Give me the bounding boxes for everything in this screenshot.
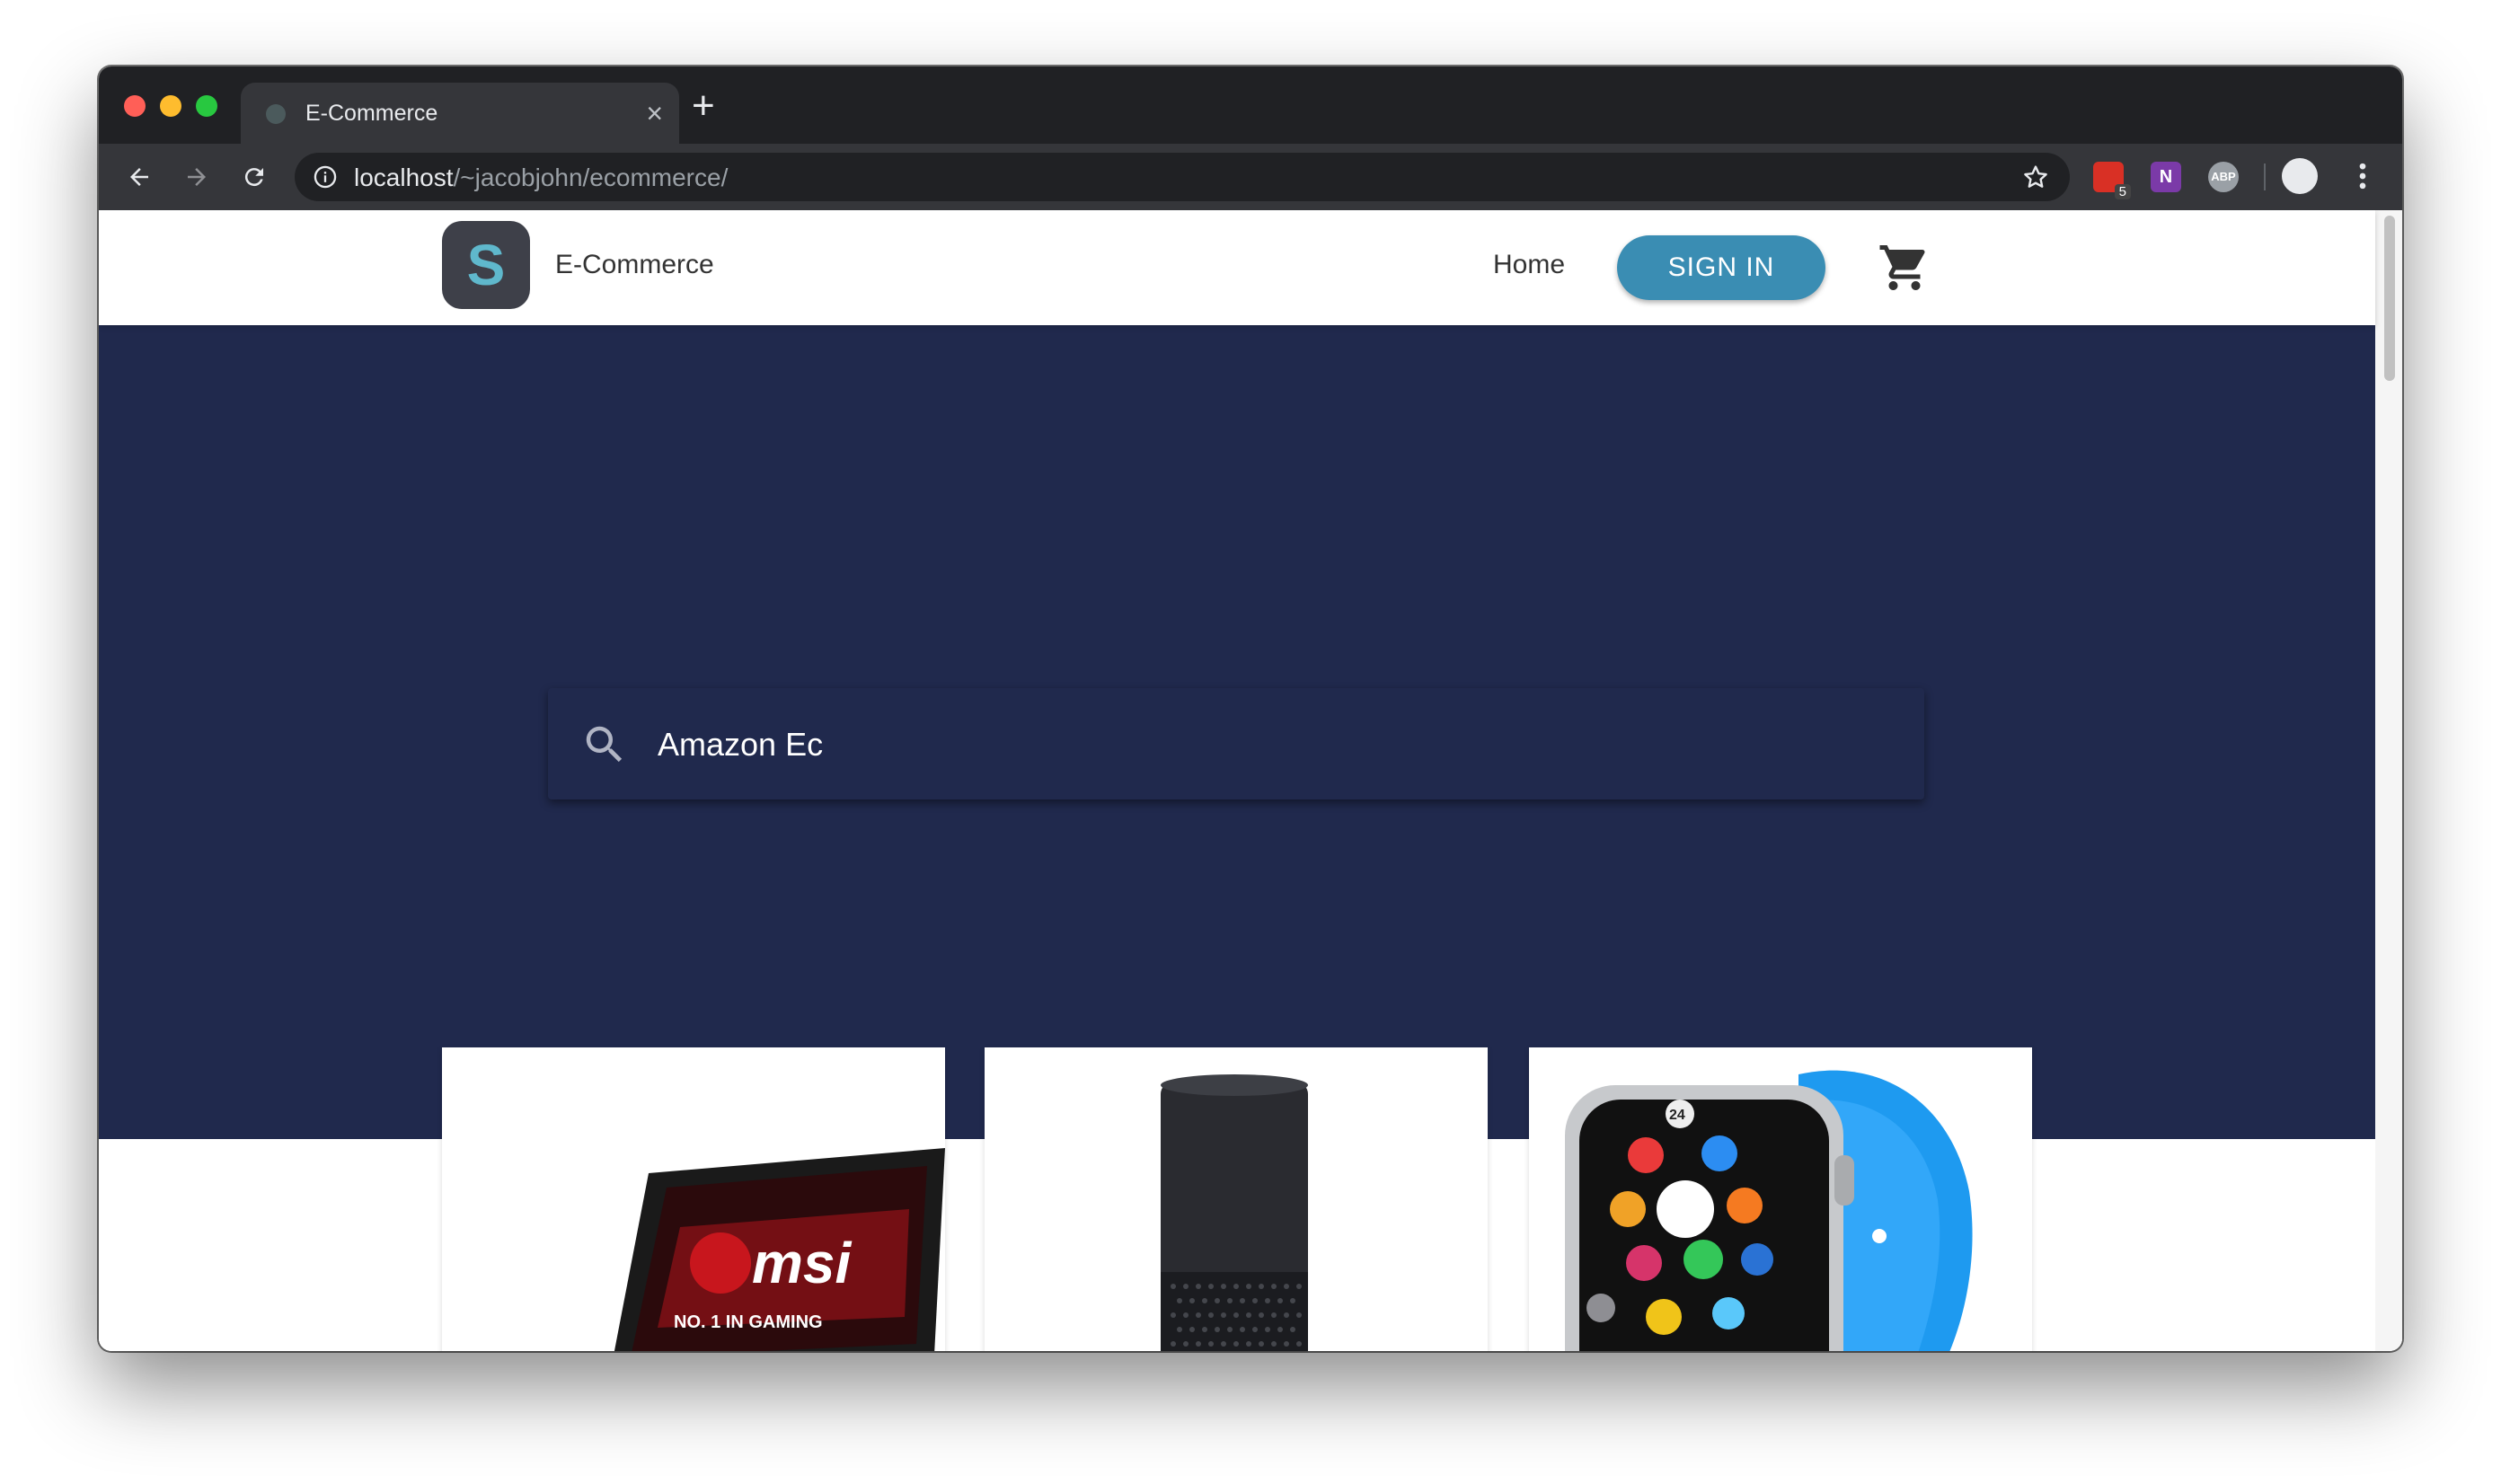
nav-home-link[interactable]: Home	[1493, 250, 1565, 280]
extension-badge: 5	[2114, 184, 2131, 199]
apple-watch-image: 24	[1565, 1070, 1973, 1351]
browser-toolbar: localhost/~jacobjohn/ecommerce/ 5 N ABP	[99, 144, 2402, 210]
product-card-amazon-echo[interactable]	[985, 1047, 1488, 1351]
product-card-msi-laptop[interactable]: msi NO. 1 IN GAMING	[442, 1047, 945, 1351]
info-icon[interactable]	[313, 164, 338, 190]
page-viewport: S E-Commerce Home SIGN IN msi NO. 1 IN G…	[99, 210, 2402, 1351]
back-arrow-icon[interactable]	[119, 156, 160, 198]
tab-ecommerce[interactable]: E-Commerce ×	[241, 83, 679, 144]
sign-in-button[interactable]: SIGN IN	[1617, 235, 1825, 300]
address-bar[interactable]: localhost/~jacobjohn/ecommerce/	[295, 153, 2070, 201]
maximize-window-button[interactable]	[196, 95, 217, 117]
msi-tagline: NO. 1 IN GAMING	[674, 1312, 823, 1332]
product-card-apple-watch[interactable]: 24	[1529, 1047, 2032, 1351]
extension-onenote-icon[interactable]: N	[2151, 162, 2181, 192]
extension-adblock-icon[interactable]: ABP	[2208, 162, 2239, 192]
app-logo[interactable]: S	[442, 221, 530, 309]
minimize-window-button[interactable]	[160, 95, 181, 117]
profile-avatar-icon[interactable]	[2282, 158, 2318, 194]
new-tab-icon[interactable]: +	[692, 86, 715, 126]
shopping-cart-icon[interactable]	[1878, 241, 1931, 295]
url-text[interactable]: localhost/~jacobjohn/ecommerce/	[354, 163, 728, 192]
search-icon	[586, 726, 623, 763]
cart-favicon-icon	[266, 104, 286, 124]
amazon-echo-image	[1161, 1074, 1308, 1351]
page-scrollbar[interactable]	[2375, 210, 2402, 1351]
reload-icon[interactable]	[234, 156, 275, 198]
search-bar[interactable]	[548, 688, 1924, 799]
tab-strip: E-Commerce × +	[99, 66, 2402, 144]
url-path: /~jacobjohn/ecommerce/	[453, 163, 729, 191]
browser-window: E-Commerce × + localhost/~jacobjohn/ecom…	[99, 66, 2402, 1351]
msi-logo-text: msi	[752, 1231, 853, 1295]
scrollbar-thumb[interactable]	[2384, 216, 2395, 381]
msi-laptop-image: msi NO. 1 IN GAMING	[614, 1148, 945, 1351]
forward-arrow-icon[interactable]	[176, 156, 217, 198]
close-window-button[interactable]	[124, 95, 146, 117]
app-header: S E-Commerce Home SIGN IN	[99, 210, 2375, 325]
watch-face-number: 24	[1669, 1108, 1685, 1123]
brand-name[interactable]: E-Commerce	[555, 250, 714, 280]
hero-banner	[99, 325, 2375, 1139]
browser-menu-icon[interactable]	[2345, 158, 2381, 194]
search-input[interactable]	[656, 715, 1899, 774]
toolbar-divider	[2264, 163, 2266, 190]
extension-meetup-icon[interactable]: 5	[2093, 162, 2131, 199]
tab-title: E-Commerce	[305, 101, 438, 126]
url-host: localhost	[354, 163, 454, 191]
close-tab-icon[interactable]: ×	[646, 95, 663, 131]
bookmark-star-icon[interactable]	[2021, 163, 2050, 191]
